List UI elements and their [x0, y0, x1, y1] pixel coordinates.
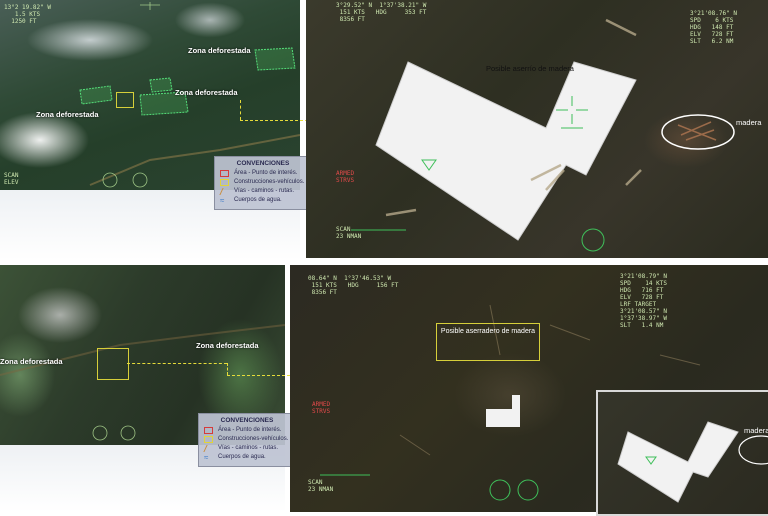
hud-armed-status: ARMED STRVS	[336, 170, 355, 184]
water-icon: ≈	[204, 453, 209, 462]
inset-scene	[617, 421, 768, 503]
zone-label: Zona deforestada	[188, 46, 251, 55]
yellow-box-icon	[220, 179, 229, 186]
legend-item: Construcciones-vehículos.	[220, 179, 306, 186]
legend-item: Construcciones-vehículos.	[204, 436, 290, 443]
legend-item: ≈ Cuerpos de agua.	[220, 196, 282, 205]
red-box-icon	[204, 427, 213, 434]
hud-coordinates-tl: 13°2 19.82" W 1.5 KTS 1250 FT	[4, 4, 51, 25]
legend-bottom: CONVENCIONES Área - Punto de interés. Co…	[198, 413, 296, 467]
zone-label: Zona deforestada	[175, 88, 238, 97]
hud-armed-status: ARMED STRVS	[312, 401, 331, 415]
hud-telemetry: 3°21'08.79" N SPD 14 KTS HDG 716 FT ELV …	[620, 273, 667, 329]
legend-top: CONVENCIONES Área - Punto de interés. Co…	[214, 156, 312, 210]
zone-label: Zona deforestada	[0, 357, 63, 366]
legend-item: Vías - caminos - rutas.	[204, 445, 290, 452]
zoomed-sawmill-top: 3°29.52" N 1°37'38.21" W 151 KTS HDG 353…	[306, 0, 768, 258]
hud-scan-tl: SCAN ELEV	[4, 172, 19, 186]
wood-pile-circle	[661, 114, 735, 150]
hud-coordinates: 3°29.52" N 1°37'38.21" W 151 KTS HDG 353…	[336, 2, 427, 23]
legend-title: CONVENCIONES	[220, 417, 274, 424]
target-marker-bottom	[97, 348, 129, 380]
water-icon: ≈	[220, 196, 225, 205]
road-icon	[220, 188, 229, 195]
deforested-area-3	[79, 85, 113, 105]
target-marker-top	[116, 92, 134, 108]
zone-label: Zona deforestada	[36, 110, 99, 119]
connector-line-bottom	[127, 363, 227, 364]
hud-scan: SCAN 23 NMAN	[308, 479, 334, 493]
building-roof-small	[486, 395, 520, 427]
wood-label: madera	[736, 118, 762, 127]
deforested-area-1	[254, 47, 296, 71]
hud-coordinates: 08.64" N 1°37'46.53" W 151 KTS HDG 156 F…	[308, 275, 399, 296]
hud-scan: SCAN 23 NMAN	[336, 226, 362, 240]
building-roof	[375, 61, 637, 241]
legend-item: Área - Punto de interés.	[220, 170, 306, 177]
legend-item: ≈ Cuerpos de agua.	[204, 453, 266, 462]
yellow-box-icon	[204, 436, 213, 443]
deforested-area-4	[149, 77, 173, 93]
legend-title: CONVENCIONES	[236, 160, 290, 167]
building-roof-inset	[617, 421, 739, 503]
sawmill-label: Posible aserrío de madera	[486, 64, 574, 73]
zone-label: Zona deforestada	[196, 341, 259, 350]
legend-item: Área - Punto de interés.	[204, 427, 290, 434]
red-box-icon	[220, 170, 229, 177]
wood-label-inset: madera	[744, 426, 768, 435]
legend-item: Vías - caminos - rutas.	[220, 188, 306, 195]
sawmill-label-box: Posible aserradero de madera	[436, 323, 540, 361]
inset-sawmill-closeup: madera	[596, 390, 768, 516]
road-icon	[204, 445, 213, 452]
wood-pile-circle-inset	[738, 435, 768, 465]
hud-telemetry: 3°21'08.76" N SPD 6 KTS HDG 148 FT ELV 7…	[690, 10, 737, 45]
